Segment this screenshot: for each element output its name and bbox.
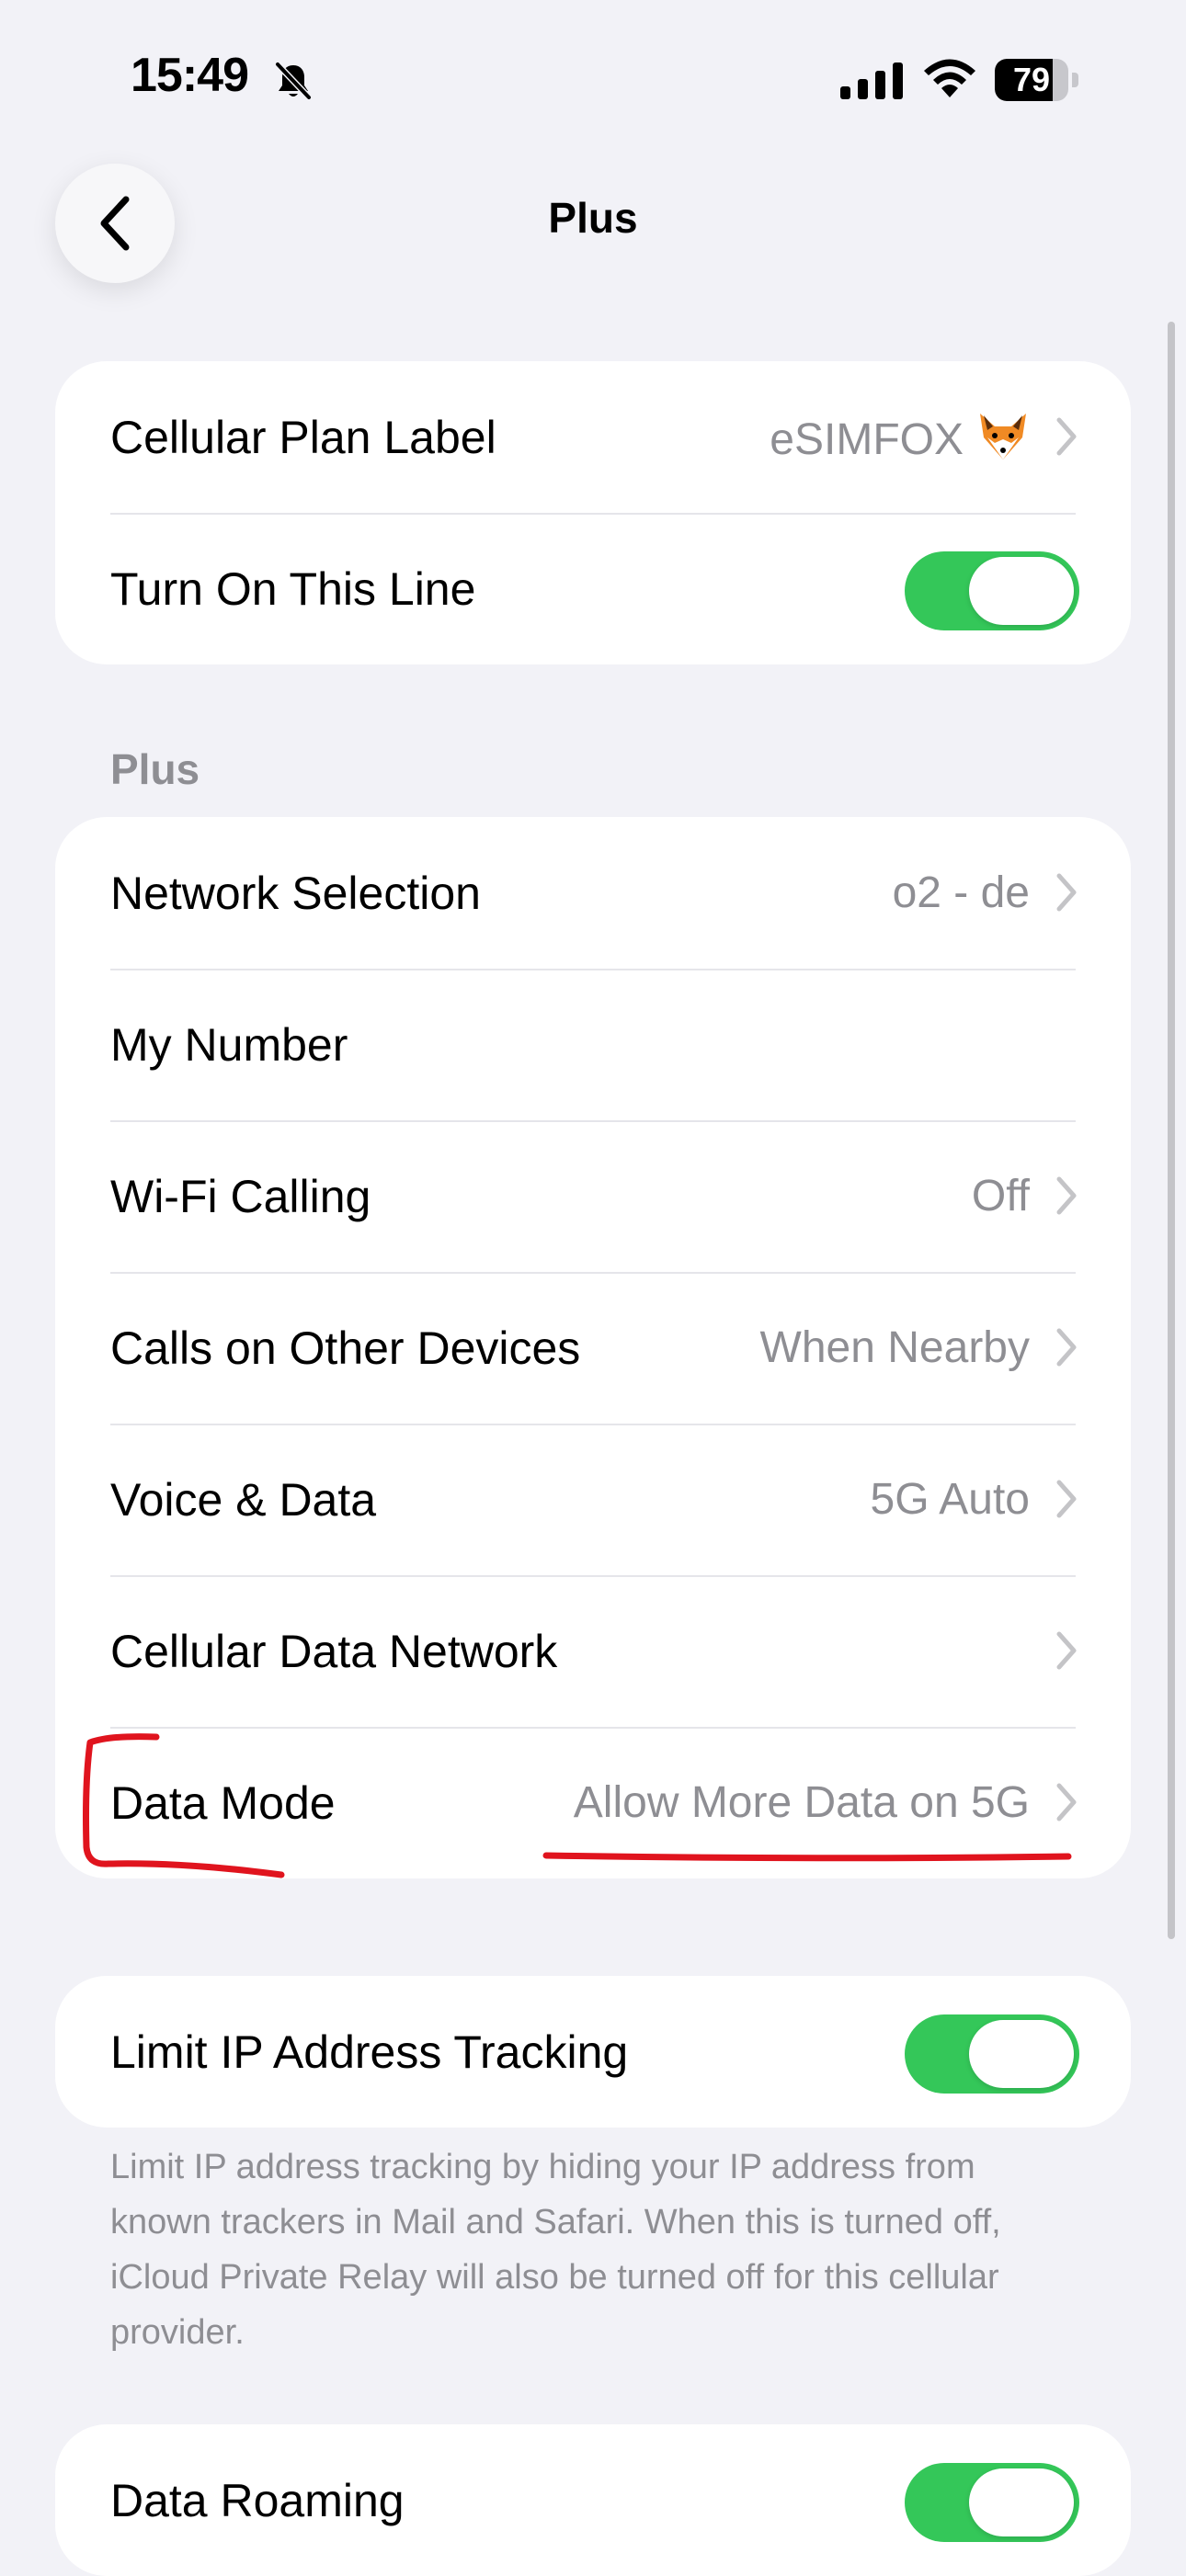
chevron-right-icon — [1056, 1631, 1077, 1670]
row-label: Data Mode — [110, 1776, 336, 1829]
settings-row-data-mode[interactable]: Data Mode Allow More Data on 5G — [55, 1727, 1131, 1878]
wifi-icon — [924, 59, 975, 97]
battery-percent: 79 — [1012, 61, 1051, 98]
toggle-knob — [969, 2020, 1074, 2088]
chevron-right-icon — [1056, 417, 1077, 456]
fox-emoji-icon — [980, 413, 1026, 460]
silent-bell-icon — [275, 62, 312, 100]
data-roaming-row: Data Roaming — [55, 2424, 1131, 2576]
row-value: o2 - de — [892, 868, 1030, 917]
row-label: Turn On This Line — [110, 562, 476, 615]
turn-on-line-toggle[interactable] — [905, 551, 1079, 630]
scroll-indicator[interactable] — [1168, 322, 1175, 1939]
chevron-right-icon — [1056, 1783, 1077, 1821]
toggle-knob — [969, 557, 1074, 625]
settings-row-calls-on-other-devices[interactable]: Calls on Other Devices When Nearby — [55, 1272, 1131, 1424]
page-title: Plus — [548, 194, 638, 242]
cellular-plan-label-row[interactable]: Cellular Plan Label eSIMFOX — [55, 361, 1131, 513]
status-bar: 15:49 79 — [0, 0, 1186, 156]
carrier-settings-group: Network Selection o2 - de My Number Wi-Fi C… — [55, 817, 1131, 1878]
status-time: 15:49 — [131, 49, 249, 102]
settings-row-voice-data[interactable]: Voice & Data 5G Auto — [55, 1424, 1131, 1575]
settings-row-cellular-data-network[interactable]: Cellular Data Network — [55, 1575, 1131, 1727]
limit-ip-tracking-toggle[interactable] — [905, 2014, 1079, 2094]
plan-group: Cellular Plan Label eSIMFOX Turn On This… — [55, 361, 1131, 664]
row-value: eSIMFOX — [770, 410, 1030, 465]
chevron-right-icon — [1056, 1480, 1077, 1518]
data-roaming-toggle[interactable] — [905, 2463, 1079, 2542]
settings-row-network-selection[interactable]: Network Selection o2 - de — [55, 817, 1131, 969]
tracking-group: Limit IP Address Tracking — [55, 1976, 1131, 2128]
row-label: Voice & Data — [110, 1473, 377, 1526]
chevron-right-icon — [1056, 1328, 1077, 1367]
row-value: When Nearby — [759, 1323, 1030, 1372]
cellular-signal-icon — [840, 62, 903, 99]
row-label: Data Roaming — [110, 2474, 405, 2526]
settings-row-my-number[interactable]: My Number — [55, 969, 1131, 1120]
toggle-knob — [969, 2468, 1074, 2536]
row-label: Cellular Data Network — [110, 1625, 558, 1677]
turn-on-line-row: Turn On This Line — [55, 513, 1131, 664]
row-label: Wi-Fi Calling — [110, 1170, 371, 1222]
row-label: Network Selection — [110, 867, 481, 919]
chevron-right-icon — [1056, 873, 1077, 912]
row-label: Calls on Other Devices — [110, 1322, 581, 1374]
row-label: My Number — [110, 1018, 348, 1071]
chevron-right-icon — [1056, 1176, 1077, 1215]
row-value: Allow More Data on 5G — [573, 1778, 1030, 1827]
roaming-group: Data Roaming — [55, 2424, 1131, 2576]
row-value: 5G Auto — [870, 1475, 1030, 1524]
section-header: Plus — [110, 745, 200, 793]
settings-row-wi-fi-calling[interactable]: Wi-Fi Calling Off — [55, 1120, 1131, 1272]
row-value: Off — [971, 1172, 1030, 1220]
row-label: Limit IP Address Tracking — [110, 2026, 629, 2078]
battery-indicator: 79 — [995, 59, 1079, 101]
row-label: Cellular Plan Label — [110, 411, 496, 463]
limit-ip-tracking-row: Limit IP Address Tracking — [55, 1976, 1131, 2128]
tracking-footnote: Limit IP address tracking by hiding your… — [110, 2148, 1001, 2352]
